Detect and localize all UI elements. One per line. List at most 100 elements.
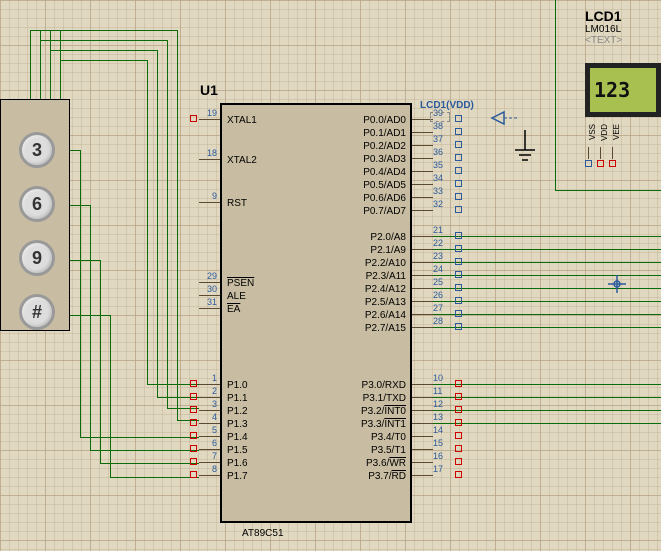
pin-p11: P1.1 [227,393,248,404]
terminal-marker [455,458,462,465]
terminal-marker [597,160,604,167]
wire [433,384,661,385]
wire [177,30,178,420]
pin-stub [412,384,433,385]
keypad-key-6[interactable]: 6 [19,186,55,222]
pin-label: P2.4/A12 [350,284,406,295]
pin-num: 32 [433,199,443,209]
wire [60,60,148,61]
pin-stub [199,397,220,398]
pin-stub [412,410,433,411]
pin-psen: PSEN [227,278,254,289]
pin-num: 31 [199,297,217,307]
keypad-key-3[interactable]: 3 [19,132,55,168]
terminal-marker [190,419,197,426]
pin-stub [412,249,433,250]
wire [157,50,158,398]
wire [110,315,111,478]
pin-num: 30 [199,284,217,294]
wire [433,236,661,237]
pin-stub [412,327,433,328]
keypad-key-9[interactable]: 9 [19,240,55,276]
terminal-marker [585,160,592,167]
pin-num: 25 [433,277,443,287]
terminal-marker [190,458,197,465]
pin-num: 19 [199,108,217,118]
terminal-marker [455,419,462,426]
lcd-part: LM016L [585,24,661,35]
wire [30,30,31,99]
pin-stub [199,436,220,437]
pin-label: P0.3/AD3 [350,154,406,165]
wire [433,262,661,263]
pin-ea: EA [227,304,240,315]
pin-stub [412,301,433,302]
terminal-marker [190,471,197,478]
probe-icon[interactable] [490,108,520,131]
pin-num: 12 [433,399,443,409]
pin-stub [412,236,433,237]
pin-stub [199,384,220,385]
terminal-marker [190,432,197,439]
pin-p10: P1.0 [227,380,248,391]
pin-label: P0.2/AD2 [350,141,406,152]
pin-num: 29 [199,271,217,281]
wire [40,40,168,41]
wire [433,314,661,315]
pin-stub [199,308,220,309]
pin-stub [412,397,433,398]
pin-stub [412,132,433,133]
keypad-key-hash[interactable]: # [19,294,55,330]
terminal-marker [190,380,197,387]
mcu-ref: U1 [200,82,218,98]
pin-stub [412,436,433,437]
terminal-marker [455,380,462,387]
pin-stub [412,423,433,424]
pin-stub [412,171,433,172]
pin-num: 38 [433,121,443,131]
terminal-marker [455,310,462,317]
pin-stub [199,410,220,411]
terminal-marker [455,180,462,187]
wire [433,301,661,302]
pin-label: P2.0/A8 [350,232,406,243]
terminal-marker [455,141,462,148]
pin-num: 16 [433,451,443,461]
pin-stub [199,159,220,160]
pin-stub [199,449,220,450]
pin-p15: P1.5 [227,445,248,456]
pin-label: P3.2/INT0 [350,406,406,417]
pin-stub [199,202,220,203]
terminal-marker [190,393,197,400]
pin-stub [412,184,433,185]
pin-stub [199,295,220,296]
terminal-marker [455,154,462,161]
wire [70,150,80,151]
pin-label: P2.5/A13 [350,297,406,308]
selection-marker [430,112,450,122]
pin-stub [199,462,220,463]
pin-stub [412,288,433,289]
terminal-marker [455,206,462,213]
pin-num: 26 [433,290,443,300]
pin-label: P3.3/INT1 [350,419,406,430]
wire [433,423,661,424]
pin-label: P2.1/A9 [350,245,406,256]
wire [50,50,158,51]
wire [433,410,661,411]
pin-stub [412,275,433,276]
pin-stub [412,314,433,315]
pin-num: 18 [199,148,217,158]
net-label-lcd-vdd: LCD1(VDD) [420,100,474,111]
pin-stub [412,145,433,146]
pin-stub [199,423,220,424]
pin-ale: ALE [227,291,246,302]
pin-stub [199,475,220,476]
pin-p12: P1.2 [227,406,248,417]
terminal-marker [455,258,462,265]
wire [147,60,148,384]
terminal-marker [609,160,616,167]
mcu-part: AT89C51 [242,528,284,539]
wire [90,205,91,451]
lcd-placeholder: <TEXT> [585,35,661,46]
